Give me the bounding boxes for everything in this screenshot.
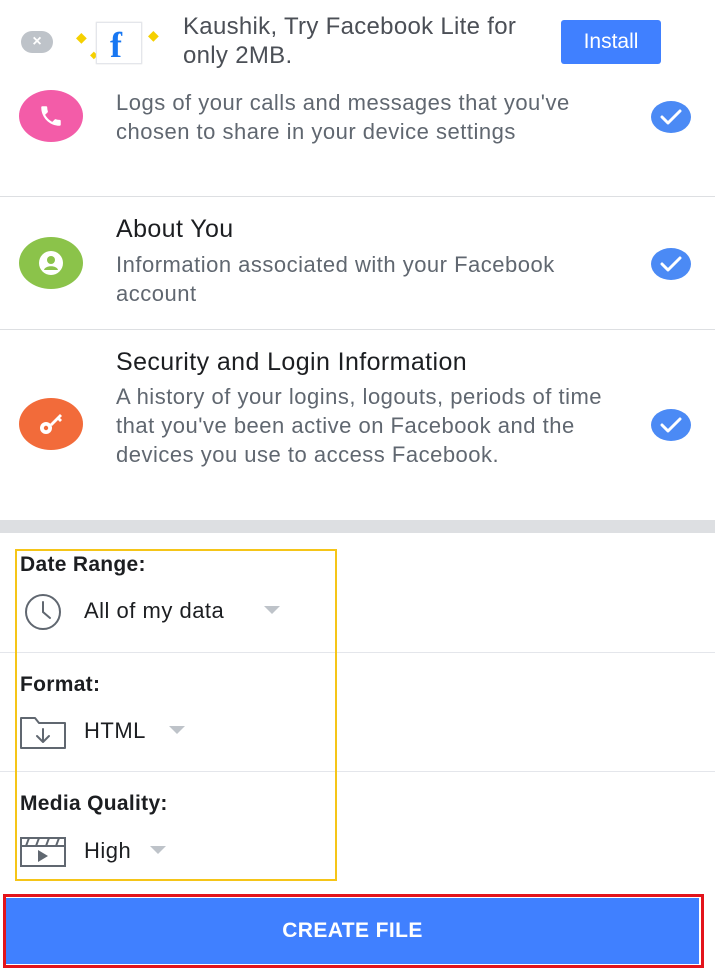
person-icon xyxy=(39,251,63,275)
category-row-about-you[interactable]: About You Information associated with yo… xyxy=(0,197,715,329)
category-icon-circle xyxy=(19,237,83,289)
banner-message: Kaushik, Try Facebook Lite for only 2MB. xyxy=(183,13,517,69)
category-checkbox[interactable] xyxy=(651,248,691,280)
category-description: Logs of your calls and messages that you… xyxy=(116,90,570,144)
close-banner-button[interactable]: × xyxy=(21,31,53,53)
checkmark-icon xyxy=(660,109,682,125)
category-row-security-login[interactable]: Security and Login Information A history… xyxy=(0,330,715,520)
close-icon: × xyxy=(32,33,42,50)
key-icon xyxy=(40,414,62,434)
create-file-button[interactable]: CREATE FILE xyxy=(6,898,699,964)
category-title: About You xyxy=(116,215,234,243)
checkmark-icon xyxy=(660,417,682,433)
facebook-logo: f xyxy=(96,22,142,65)
category-description: A history of your logins, logouts, perio… xyxy=(116,384,603,467)
section-divider xyxy=(0,520,715,533)
category-icon-circle xyxy=(19,398,83,450)
category-description: Information associated with your Faceboo… xyxy=(116,252,555,306)
install-button[interactable]: Install xyxy=(561,20,661,64)
options-highlight-box xyxy=(15,549,337,881)
install-lite-banner: × ◆ ◆ ◆ f Kaushik, Try Facebook Lite for… xyxy=(0,0,715,82)
phone-icon xyxy=(41,106,61,126)
category-row-calls-messages[interactable]: Logs of your calls and messages that you… xyxy=(0,82,715,196)
sparkle-icon: ◆ xyxy=(76,29,87,45)
category-title: Security and Login Information xyxy=(116,348,468,376)
checkmark-icon xyxy=(660,256,682,272)
category-icon-circle xyxy=(19,90,83,142)
category-checkbox[interactable] xyxy=(651,101,691,133)
sparkle-icon: ◆ xyxy=(148,27,159,43)
category-checkbox[interactable] xyxy=(651,409,691,441)
